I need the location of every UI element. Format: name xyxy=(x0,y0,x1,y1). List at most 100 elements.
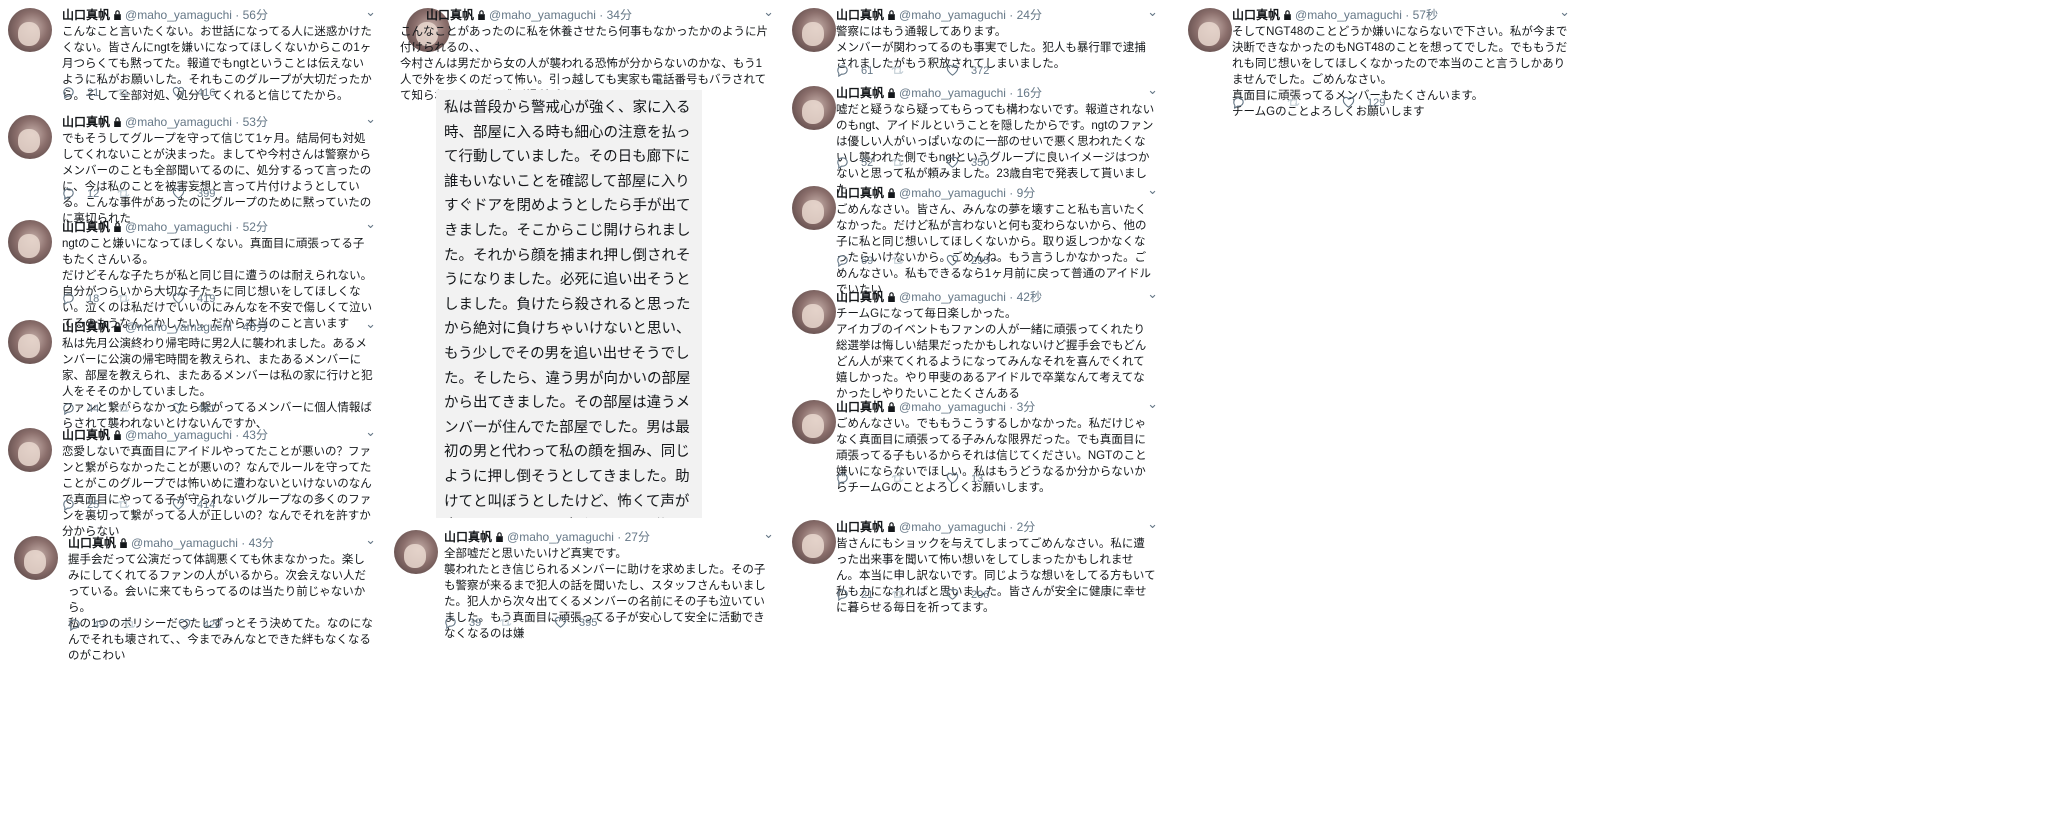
tweet-time[interactable]: 3分 xyxy=(1017,400,1036,414)
user-name[interactable]: 山口真帆 xyxy=(836,290,884,304)
chevron-down-icon[interactable]: ⌄ xyxy=(1147,396,1158,412)
like-button[interactable]: 295 xyxy=(946,254,989,267)
tweet-time[interactable]: 16分 xyxy=(1017,86,1042,100)
chevron-down-icon[interactable]: ⌄ xyxy=(1147,82,1158,98)
like-button[interactable]: 420 xyxy=(178,618,221,631)
retweet-button[interactable] xyxy=(117,498,142,511)
user-handle[interactable]: @maho_yamaguchi xyxy=(899,290,1006,304)
reply-button[interactable]: 21 xyxy=(836,588,873,601)
tweet-time[interactable]: 43分 xyxy=(243,428,268,442)
tweet[interactable]: 山口真帆 @maho_yamaguchi · 3分 ⌄ ごめんなさい。でももうこう… xyxy=(784,392,1168,494)
tweet[interactable]: 山口真帆 @maho_yamaguchi · 43分 ⌄ 握手会だって公演だって体… xyxy=(0,528,386,662)
tweet-time[interactable]: 42秒 xyxy=(1017,290,1042,304)
avatar[interactable] xyxy=(8,115,52,159)
like-button[interactable]: 414 xyxy=(172,498,215,511)
tweet-time[interactable]: 46分 xyxy=(243,320,268,334)
chevron-down-icon[interactable]: ⌄ xyxy=(1147,182,1158,198)
avatar[interactable] xyxy=(792,400,836,444)
user-handle[interactable]: @maho_yamaguchi xyxy=(125,428,232,442)
avatar[interactable] xyxy=(14,536,58,580)
tweet[interactable]: 山口真帆 @maho_yamaguchi · 42秒 ⌄ チームGになって毎日楽し… xyxy=(784,282,1168,400)
reply-button[interactable]: 39 xyxy=(444,616,481,629)
retweet-button[interactable] xyxy=(499,616,524,629)
tweet-time[interactable]: 43分 xyxy=(249,536,274,550)
user-handle[interactable]: @maho_yamaguchi xyxy=(899,400,1006,414)
user-name[interactable]: 山口真帆 xyxy=(426,8,474,22)
reply-button[interactable]: 44 xyxy=(62,402,99,415)
like-button[interactable]: 441 xyxy=(172,402,215,415)
chevron-down-icon[interactable]: ⌄ xyxy=(365,216,376,232)
retweet-button[interactable] xyxy=(891,254,916,267)
avatar[interactable] xyxy=(792,186,836,230)
user-handle[interactable]: @maho_yamaguchi xyxy=(125,320,232,334)
avatar[interactable] xyxy=(792,290,836,334)
user-handle[interactable]: @maho_yamaguchi xyxy=(899,86,1006,100)
reply-button[interactable]: 25 xyxy=(62,498,99,511)
tweet[interactable]: 山口真帆 @maho_yamaguchi · 27分 ⌄ 全部嘘だと思いたいけど真… xyxy=(394,522,784,640)
tweet[interactable]: 山口真帆 @maho_yamaguchi · 52分 ⌄ ngtのこと嫌いになって… xyxy=(0,212,386,330)
like-button[interactable]: 399 xyxy=(172,187,215,200)
tweet-time[interactable]: 56分 xyxy=(243,8,268,22)
user-handle[interactable]: @maho_yamaguchi xyxy=(899,8,1006,22)
user-name[interactable]: 山口真帆 xyxy=(62,220,110,234)
like-button[interactable]: 395 xyxy=(554,616,597,629)
chevron-down-icon[interactable]: ⌄ xyxy=(763,4,774,20)
chevron-down-icon[interactable]: ⌄ xyxy=(1147,516,1158,532)
user-handle[interactable]: @maho_yamaguchi xyxy=(507,530,614,544)
user-handle[interactable]: @maho_yamaguchi xyxy=(125,220,232,234)
retweet-button[interactable] xyxy=(117,86,142,99)
tweet-time[interactable]: 34分 xyxy=(607,8,632,22)
tweet[interactable]: 山口真帆 @maho_yamaguchi · 16分 ⌄ 嘘だと疑うなら疑ってもら… xyxy=(784,78,1168,196)
user-handle[interactable]: @maho_yamaguchi xyxy=(899,186,1006,200)
tweet[interactable]: 山口真帆 @maho_yamaguchi · 2分 ⌄ 皆さんにもショックを与えて… xyxy=(784,512,1168,614)
tweet-time[interactable]: 53分 xyxy=(243,115,268,129)
retweet-button[interactable] xyxy=(117,292,142,305)
like-button[interactable]: 372 xyxy=(946,64,989,77)
user-name[interactable]: 山口真帆 xyxy=(1232,8,1280,22)
tweet[interactable]: 山口真帆 @maho_yamaguchi · 53分 ⌄ でもそうしてグループを守… xyxy=(0,107,386,225)
user-name[interactable]: 山口真帆 xyxy=(836,520,884,534)
user-name[interactable]: 山口真帆 xyxy=(836,186,884,200)
reply-button[interactable]: 12 xyxy=(62,187,99,200)
like-button[interactable]: 350 xyxy=(946,156,989,169)
like-button[interactable]: 206 xyxy=(946,588,989,601)
retweet-button[interactable] xyxy=(891,64,916,77)
user-name[interactable]: 山口真帆 xyxy=(68,536,116,550)
retweet-button[interactable] xyxy=(891,156,916,169)
tweet[interactable]: 山口真帆 @maho_yamaguchi · 34分 ⌄ こんなことがあったのに私… xyxy=(398,0,784,520)
user-name[interactable]: 山口真帆 xyxy=(836,86,884,100)
user-handle[interactable]: @maho_yamaguchi xyxy=(1295,8,1402,22)
user-handle[interactable]: @maho_yamaguchi xyxy=(125,115,232,129)
tweet[interactable]: 山口真帆 @maho_yamaguchi · 9分 ⌄ ごめんなさい。皆さん、みん… xyxy=(784,178,1168,296)
retweet-button[interactable] xyxy=(891,472,916,485)
tweet-time[interactable]: 9分 xyxy=(1017,186,1036,200)
reply-button[interactable] xyxy=(836,472,861,485)
avatar[interactable] xyxy=(8,220,52,264)
reply-button[interactable]: 18 xyxy=(62,292,99,305)
chevron-down-icon[interactable]: ⌄ xyxy=(1147,286,1158,302)
avatar[interactable] xyxy=(1188,8,1232,52)
retweet-button[interactable] xyxy=(117,402,142,415)
chevron-down-icon[interactable]: ⌄ xyxy=(365,4,376,20)
chevron-down-icon[interactable]: ⌄ xyxy=(1147,4,1158,20)
user-handle[interactable]: @maho_yamaguchi xyxy=(131,536,238,550)
user-handle[interactable]: @maho_yamaguchi xyxy=(899,520,1006,534)
like-button[interactable]: 13 xyxy=(946,472,983,485)
chevron-down-icon[interactable]: ⌄ xyxy=(365,532,376,548)
tweet[interactable]: 山口真帆 @maho_yamaguchi · 24分 ⌄ 警察にはもう通報してあり… xyxy=(784,0,1168,80)
retweet-button[interactable] xyxy=(123,618,148,631)
tweet[interactable]: 山口真帆 @maho_yamaguchi · 57秒 ⌄ そしてNGT48のことど… xyxy=(1180,0,1580,118)
avatar[interactable] xyxy=(8,8,52,52)
avatar[interactable] xyxy=(792,86,836,130)
reply-button[interactable]: 61 xyxy=(836,64,873,77)
reply-button[interactable]: 52 xyxy=(836,156,873,169)
avatar[interactable] xyxy=(394,530,438,574)
tweet[interactable]: 山口真帆 @maho_yamaguchi · 43分 ⌄ 恋愛しないで真面目にアイ… xyxy=(0,420,386,538)
user-name[interactable]: 山口真帆 xyxy=(836,8,884,22)
reply-button[interactable] xyxy=(1232,96,1257,109)
retweet-button[interactable] xyxy=(891,588,916,601)
tweet-time[interactable]: 52分 xyxy=(243,220,268,234)
avatar[interactable] xyxy=(8,320,52,364)
user-handle[interactable]: @maho_yamaguchi xyxy=(489,8,596,22)
user-name[interactable]: 山口真帆 xyxy=(62,428,110,442)
